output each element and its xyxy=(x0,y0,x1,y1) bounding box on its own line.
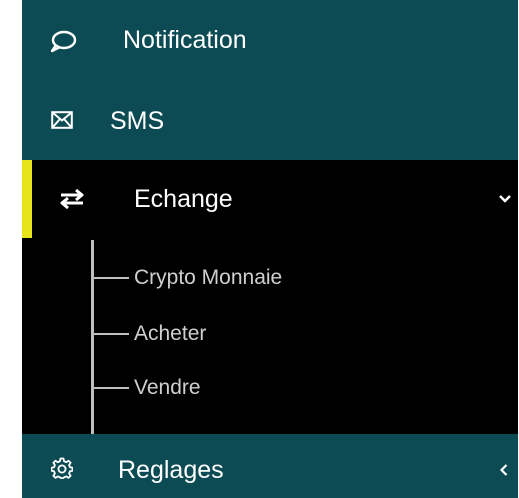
active-indicator xyxy=(22,160,32,238)
sidebar-item-label: Notification xyxy=(123,26,247,54)
echange-submenu: Crypto Monnaie Acheter Vendre xyxy=(22,238,518,434)
chat-bubble-icon xyxy=(48,28,78,54)
chevron-left-icon[interactable] xyxy=(496,462,512,478)
submenu-item-label: Crypto Monnaie xyxy=(134,266,283,289)
sidebar-item-echange[interactable]: Echange xyxy=(22,160,518,238)
sidebar-item-sms[interactable]: SMS xyxy=(22,82,518,160)
chevron-down-icon[interactable] xyxy=(497,192,513,206)
sidebar-item-notification[interactable]: Notification xyxy=(22,0,518,82)
submenu-item-crypto-monnaie[interactable]: Crypto Monnaie xyxy=(91,263,282,293)
swap-arrows-icon xyxy=(58,188,86,210)
sidebar-item-label: SMS xyxy=(110,107,165,135)
submenu-item-vendre[interactable]: Vendre xyxy=(91,373,201,403)
submenu-item-acheter[interactable]: Acheter xyxy=(91,319,206,349)
submenu-item-label: Acheter xyxy=(134,322,207,345)
sidebar-item-label: Reglages xyxy=(118,456,224,484)
envelope-icon xyxy=(50,110,74,130)
sidebar-item-reglages[interactable]: Reglages xyxy=(22,434,518,498)
submenu-item-label: Vendre xyxy=(134,376,201,399)
gear-icon xyxy=(50,456,74,480)
sidebar-item-label: Echange xyxy=(134,185,233,213)
sidebar-menu: Notification SMS Echange Crypto Monnaie … xyxy=(22,0,518,498)
